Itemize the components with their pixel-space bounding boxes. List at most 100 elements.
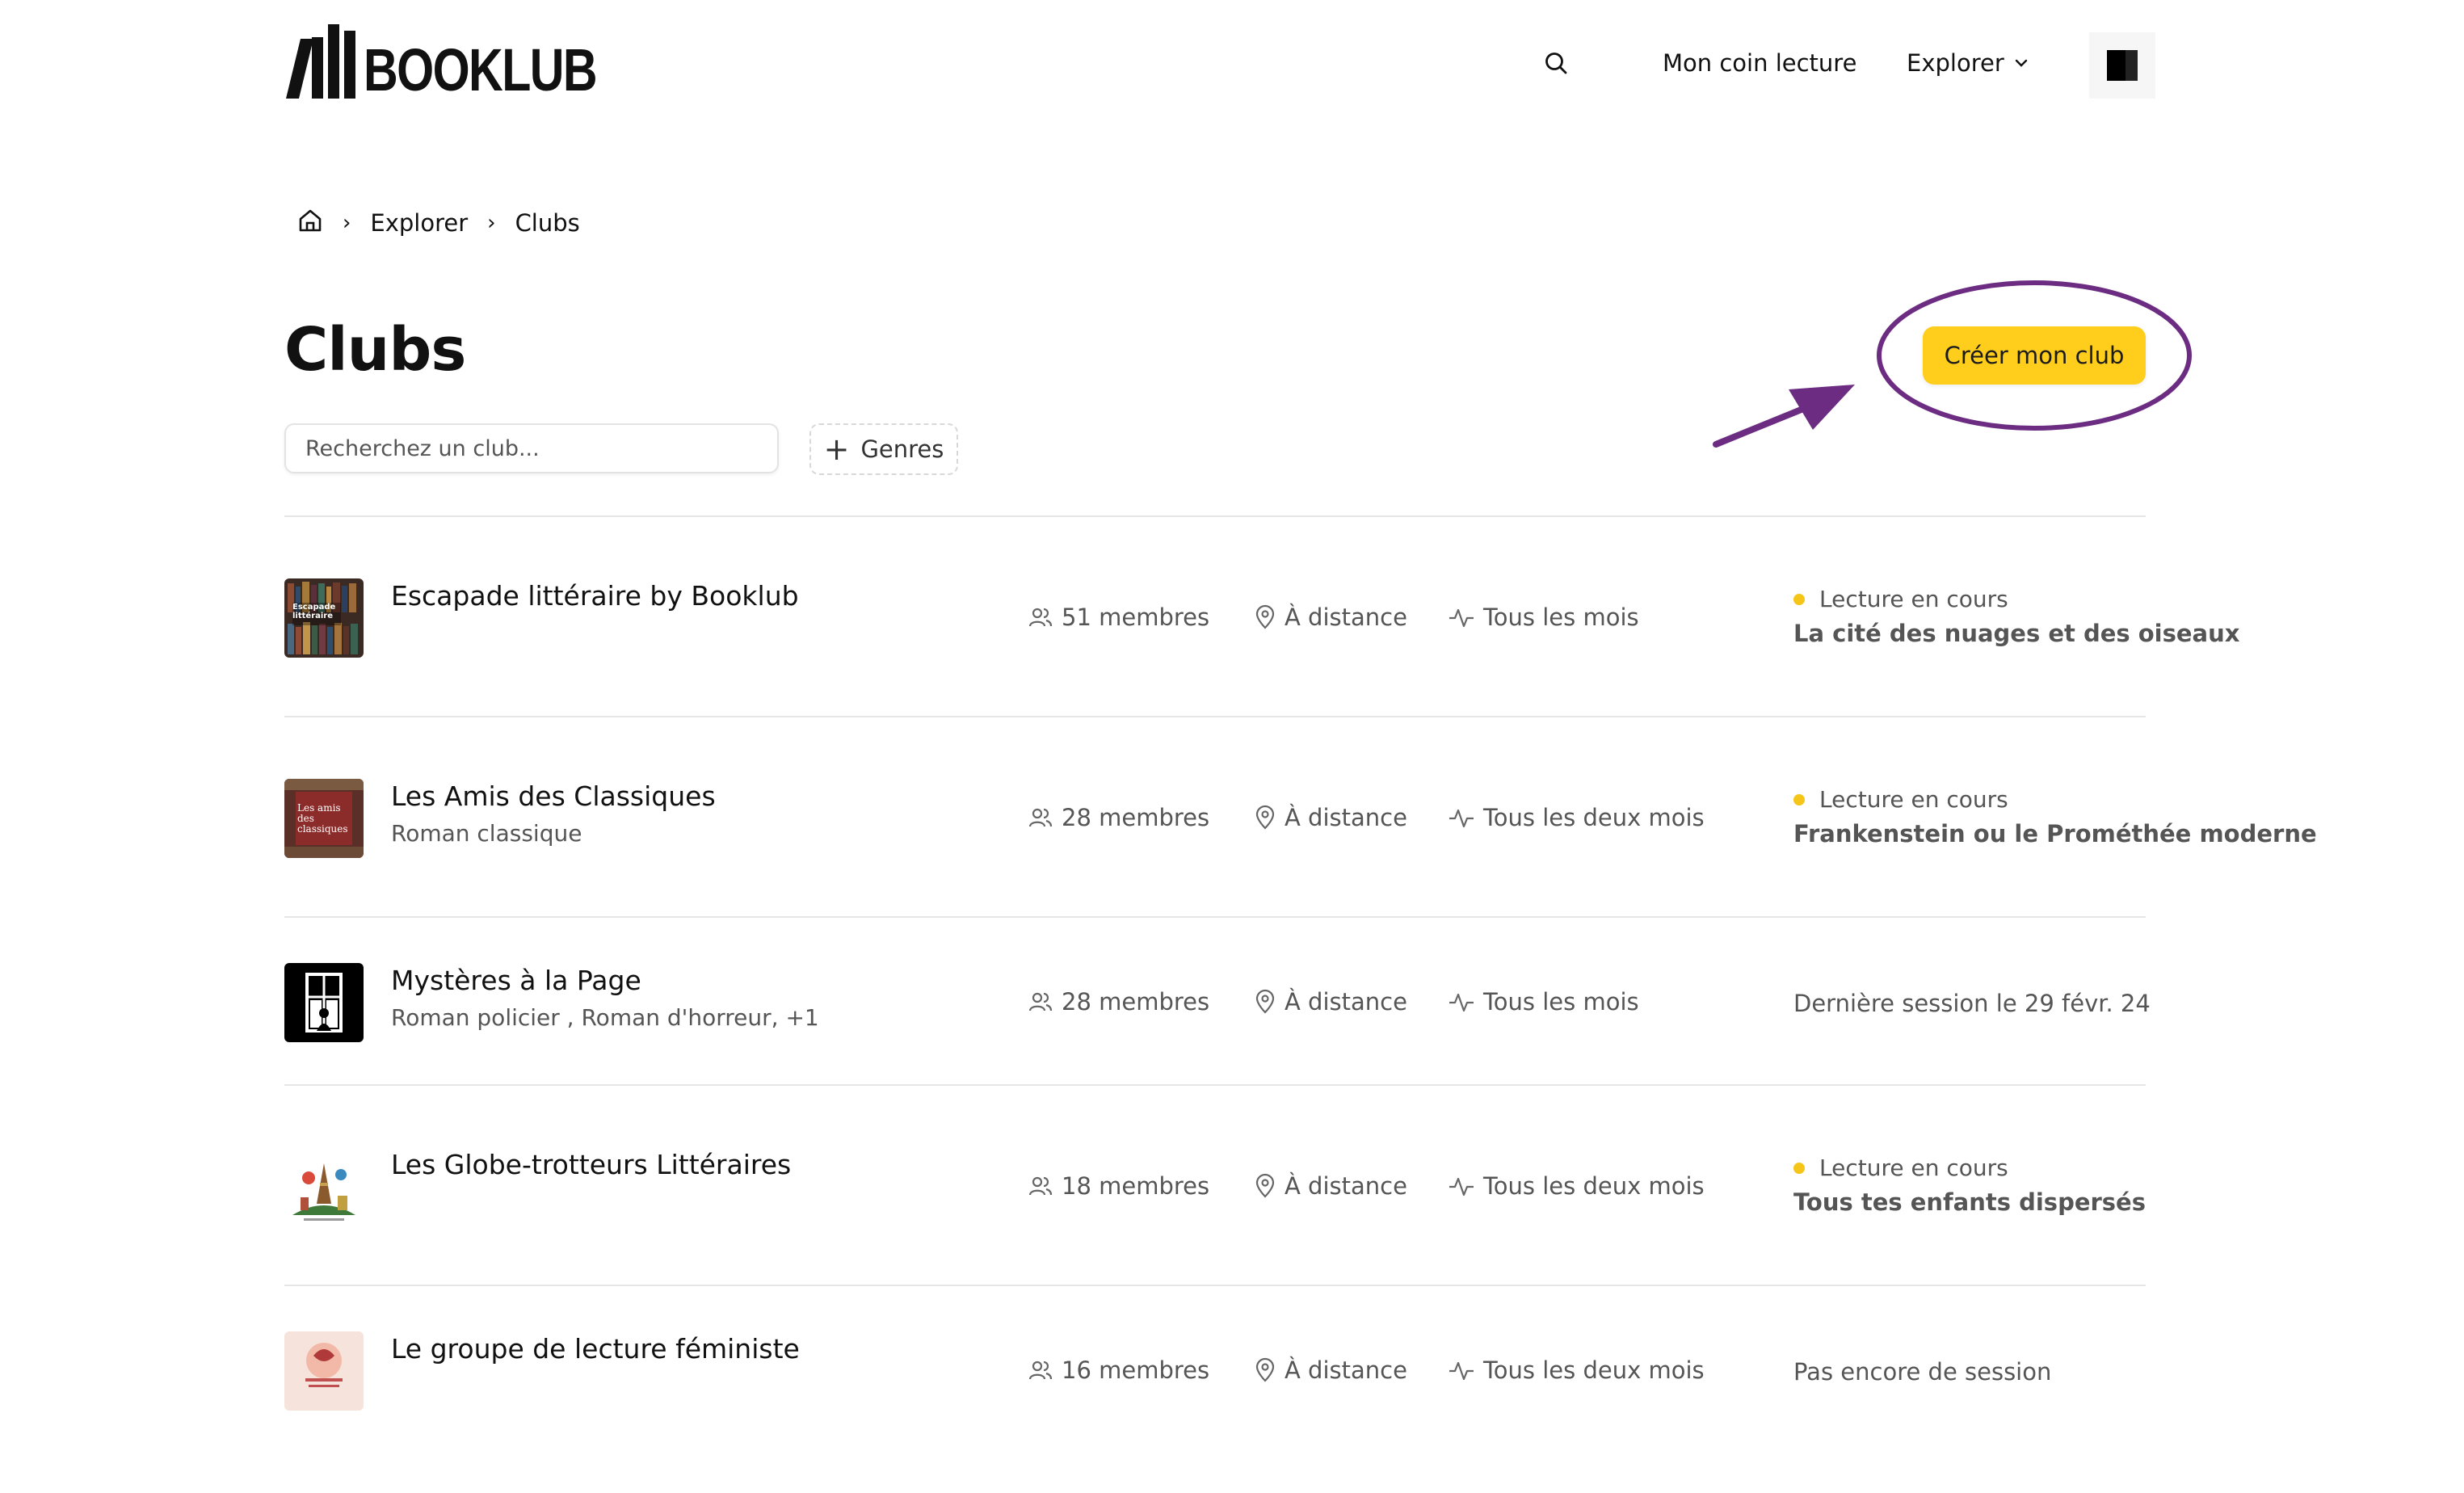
create-club-button[interactable]: Créer mon club xyxy=(1923,326,2146,385)
club-cover-image: Les amis des classiques xyxy=(284,779,364,858)
map-pin-icon xyxy=(1255,1173,1275,1198)
club-status: Lecture en cours Frankenstein ou le Prom… xyxy=(1793,784,2317,852)
club-name[interactable]: Escapade littéraire by Booklub xyxy=(391,578,799,614)
club-location-text: À distance xyxy=(1285,1356,1407,1384)
club-frequency-text: Tous les mois xyxy=(1483,604,1639,631)
club-cover-image: Escapade littéraire xyxy=(284,578,364,658)
club-genre: Roman policier , Roman d'horreur, +1 xyxy=(391,1004,819,1031)
booklub-logo[interactable]: BOOKLUB xyxy=(284,23,654,100)
club-row[interactable]: Les amis des classiques Les Amis des Cla… xyxy=(284,779,2317,940)
activity-icon xyxy=(1449,1361,1474,1381)
cover-caption: Les amis des classiques xyxy=(297,802,348,835)
club-location: À distance xyxy=(1254,800,1407,835)
activity-icon xyxy=(1449,809,1474,828)
list-divider xyxy=(284,515,2146,517)
club-location-text: À distance xyxy=(1285,1172,1407,1200)
map-pin-icon xyxy=(1255,805,1275,830)
club-status: Pas encore de session xyxy=(1793,1336,2051,1390)
club-location: À distance xyxy=(1254,1352,1407,1388)
club-members: 28 membres xyxy=(1028,800,1209,835)
status-label: Lecture en cours xyxy=(1819,1154,2008,1181)
map-pin-icon xyxy=(1255,1357,1275,1382)
current-book: Frankenstein ou le Prométhée moderne xyxy=(1793,820,2317,847)
club-name[interactable]: Les Amis des Classiques xyxy=(391,779,716,814)
club-frequency-text: Tous les mois xyxy=(1483,988,1639,1016)
club-name[interactable]: Mystères à la Page xyxy=(391,963,641,999)
club-name[interactable]: Les Globe-trotteurs Littéraires xyxy=(391,1147,791,1183)
annotation-arrow xyxy=(1713,406,1806,448)
club-frequency-text: Tous les deux mois xyxy=(1483,804,1705,831)
activity-icon xyxy=(1449,993,1474,1012)
club-status: Lecture en cours Tous tes enfants disper… xyxy=(1793,1152,2146,1220)
breadcrumb-explorer[interactable]: Explorer xyxy=(370,209,468,237)
chevron-down-icon xyxy=(2014,58,2029,68)
club-members-text: 18 membres xyxy=(1062,1172,1210,1200)
page-title: Clubs xyxy=(284,315,466,385)
plus-icon: + xyxy=(823,431,850,467)
club-location-text: À distance xyxy=(1285,988,1407,1016)
nav-mon-coin-lecture[interactable]: Mon coin lecture xyxy=(1663,45,1856,81)
status-dot xyxy=(1793,594,1805,605)
club-members: 51 membres xyxy=(1028,599,1209,635)
current-book: La cité des nuages et des oiseaux xyxy=(1793,620,2240,647)
annotation-arrowhead xyxy=(1789,385,1855,430)
club-members-text: 28 membres xyxy=(1062,988,1210,1016)
users-icon xyxy=(1028,608,1053,627)
nav-explorer-dropdown[interactable]: Explorer xyxy=(1907,45,2029,81)
club-members: 16 membres xyxy=(1028,1352,1209,1388)
club-members-text: 28 membres xyxy=(1062,804,1210,831)
status-dot xyxy=(1793,794,1805,805)
cover-caption: Escapade littéraire xyxy=(292,603,336,620)
club-location-text: À distance xyxy=(1285,804,1407,831)
search-icon xyxy=(1545,53,1567,74)
club-row[interactable]: Le groupe de lecture féministe 16 membre… xyxy=(284,1331,2288,1493)
users-icon xyxy=(1028,808,1053,827)
status-dot xyxy=(1793,1163,1805,1174)
users-icon xyxy=(1028,1361,1053,1380)
club-row[interactable]: Escapade littéraire Escapade littéraire … xyxy=(284,578,2288,740)
club-genre: Roman classique xyxy=(391,820,582,847)
breadcrumb-separator-icon: › xyxy=(343,211,351,235)
current-book: Tous tes enfants dispersés xyxy=(1793,1188,2146,1216)
breadcrumb-separator-icon: › xyxy=(487,211,496,235)
genres-label: Genres xyxy=(860,435,944,463)
top-header: BOOKLUB Mon coin lecture Explorer xyxy=(0,0,2464,129)
club-location: À distance xyxy=(1254,599,1407,635)
genres-filter-button[interactable]: + Genres xyxy=(809,423,958,475)
club-frequency: Tous les deux mois xyxy=(1448,1168,1705,1204)
club-members-text: 51 membres xyxy=(1062,604,1210,631)
users-icon xyxy=(1028,1176,1053,1196)
status-text: Pas encore de session xyxy=(1793,1358,2052,1386)
map-pin-icon xyxy=(1255,989,1275,1014)
breadcrumb-clubs[interactable]: Clubs xyxy=(515,209,580,237)
club-search-input[interactable] xyxy=(284,423,779,473)
club-frequency: Tous les deux mois xyxy=(1448,1352,1705,1388)
club-frequency-text: Tous les deux mois xyxy=(1483,1172,1705,1200)
club-frequency: Tous les mois xyxy=(1448,599,1639,635)
club-location-text: À distance xyxy=(1285,604,1407,631)
club-location: À distance xyxy=(1254,1168,1407,1204)
club-cover-image xyxy=(284,1331,364,1411)
user-avatar[interactable] xyxy=(2089,32,2155,99)
nav-search-button[interactable] xyxy=(1540,47,1572,79)
breadcrumb: › Explorer › Clubs xyxy=(297,205,580,241)
club-frequency-text: Tous les deux mois xyxy=(1483,1356,1705,1384)
club-row[interactable]: Les Globe-trotteurs Littéraires 18 membr… xyxy=(284,1147,2288,1309)
status-label: Lecture en cours xyxy=(1819,786,2008,813)
status-text: Dernière session le 29 févr. 24 xyxy=(1793,990,2151,1017)
books-logo-icon xyxy=(286,24,355,99)
club-cover-image xyxy=(284,1147,364,1226)
club-members: 28 membres xyxy=(1028,984,1209,1020)
activity-icon xyxy=(1449,608,1474,628)
activity-icon xyxy=(1449,1177,1474,1197)
avatar-image xyxy=(2107,50,2138,81)
map-pin-icon xyxy=(1255,604,1275,629)
club-row[interactable]: Mystères à la Page Roman policier , Roma… xyxy=(284,963,2288,1125)
club-status: Lecture en cours La cité des nuages et d… xyxy=(1793,583,2239,651)
club-members: 18 membres xyxy=(1028,1168,1209,1204)
status-label: Lecture en cours xyxy=(1819,586,2008,612)
club-name[interactable]: Le groupe de lecture féministe xyxy=(391,1331,800,1367)
users-icon xyxy=(1028,992,1053,1011)
club-cover-image xyxy=(284,963,364,1042)
home-icon[interactable] xyxy=(297,208,323,239)
